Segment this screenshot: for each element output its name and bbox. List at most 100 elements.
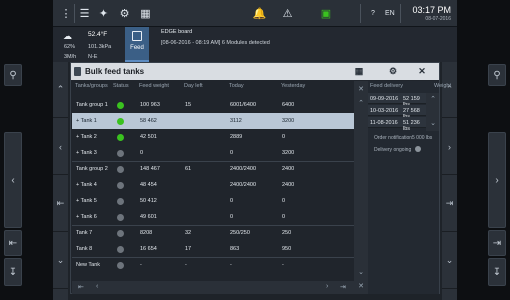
next-page-icon[interactable]: › (326, 283, 328, 290)
cell-weight: 49 601 (140, 214, 157, 220)
cell-name: Tank group 2 (76, 166, 108, 172)
cell-yesterday: 950 (282, 246, 292, 252)
outer-bottom-button-right[interactable]: ↧ (488, 258, 506, 286)
scroll-bottom-icon[interactable]: ✕ (355, 280, 367, 292)
outer-search-button-left[interactable]: ⚲ (4, 64, 22, 86)
col-header-days: Day left (184, 83, 203, 89)
temperature: 52.4°F (88, 31, 108, 38)
col-header-tanks: Tanks/groups (75, 83, 108, 89)
delivery-row[interactable]: 10-03-2016 27 568 lbs (368, 105, 426, 120)
order-notification-value: 5 000 lbs (412, 135, 433, 141)
close-icon[interactable]: ✕ (416, 66, 428, 77)
table-row[interactable]: Tank group 1 100 963 15 6001/6400 6400 (72, 97, 354, 113)
table-row[interactable]: + Tank 2 42 501 2889 0 (72, 129, 354, 145)
col-header-yesterday: Yesterday (281, 83, 306, 89)
feed-tab-button[interactable]: Feed (125, 27, 149, 62)
status-indicator-icon (117, 134, 124, 141)
language-selector[interactable]: EN (385, 10, 395, 17)
settings-icon[interactable]: ⚙ (387, 66, 399, 77)
scroll-down-icon[interactable]: ⌄ (355, 266, 367, 278)
table-row[interactable]: + Tank 3 0 0 3200 (72, 145, 354, 161)
left-nav-first-button[interactable]: ⇤ (53, 176, 68, 232)
cell-name: + Tank 3 (76, 150, 97, 156)
panel-header: Bulk feed tanks ▦ ⚙ ✕ (71, 63, 439, 80)
feed-delivery-panel: Feed delivery Weight 09-09-2016 52 159 l… (368, 81, 451, 294)
divider (360, 4, 361, 23)
right-nav-up-button[interactable]: ⌃ (442, 62, 457, 118)
first-page-icon[interactable]: ⇤ (78, 283, 84, 291)
delivery-weight: 51 236 lbs (403, 120, 420, 132)
left-nav-prev-button[interactable]: ‹ (53, 119, 68, 175)
bell-icon[interactable]: 🔔 (253, 7, 267, 20)
cell-weight: 8208 (140, 230, 153, 236)
help-button[interactable]: ? (371, 10, 375, 17)
right-nav-next-button[interactable]: › (442, 119, 457, 175)
cell-name: Tank group 1 (76, 102, 108, 108)
cell-today: 3112 (230, 118, 242, 124)
delivery-row[interactable]: 09-09-2016 52 159 lbs (368, 93, 426, 108)
table-row[interactable]: Tank 8 16 654 17 863 950 (72, 241, 354, 257)
prev-page-icon[interactable]: ‹ (96, 283, 98, 290)
cell-yesterday: - (282, 262, 284, 268)
table-row[interactable]: Tank 7 8208 32 250/250 250 (72, 225, 354, 241)
warning-icon[interactable]: ⚠ (281, 7, 294, 20)
cell-weight: 148 467 (140, 166, 160, 172)
cell-yesterday: 0 (282, 214, 286, 220)
wind-speed: 3M/h (64, 54, 77, 60)
cell-weight: 42 501 (140, 134, 157, 140)
scroll-up-icon[interactable]: ⌃ (355, 97, 367, 109)
network-icon[interactable]: ▣ (317, 7, 335, 20)
outer-next-button-right[interactable]: › (488, 132, 506, 228)
col-header-today: Today (229, 83, 244, 89)
outer-prev-button-left[interactable]: ‹ (4, 132, 22, 228)
table-row[interactable]: New Tank - - - - (72, 257, 354, 273)
humidity: 62% (64, 44, 76, 50)
bulk-feed-tanks-panel: Bulk feed tanks ▦ ⚙ ✕ Tanks/groups Statu… (70, 62, 451, 294)
top-bar: ⋮ ☰ ✦ ⚙ ▦ 🔔 ⚠ ▣ ? EN 03:17 PM 08-07-2016 (53, 0, 457, 27)
cell-yesterday: 0 (282, 198, 286, 204)
outer-first-button-left[interactable]: ⇤ (4, 230, 22, 256)
table-row[interactable]: Tank group 2 148 467 61 2400/2400 2400 (72, 161, 354, 177)
cell-days: 32 (185, 230, 192, 236)
outer-bottom-button-left[interactable]: ↧ (4, 258, 22, 286)
cell-name: + Tank 6 (76, 214, 97, 220)
cell-name: + Tank 2 (76, 134, 97, 140)
last-page-icon[interactable]: ⇥ (340, 283, 346, 291)
cell-name: Tank 8 (76, 246, 93, 252)
clock: 03:17 PM 08-07-2016 (412, 5, 451, 22)
scroll-top-icon[interactable]: ✕ (355, 83, 367, 95)
menu-icon[interactable]: ⋮ (61, 7, 72, 20)
table-scrollbar[interactable]: ✕ ⌃ ⌄ ✕ (354, 81, 368, 294)
table-row[interactable]: + Tank 4 48 454 2400/2400 2400 (72, 177, 354, 193)
settings-icon[interactable]: ⚙ (118, 7, 131, 20)
cell-days: - (185, 262, 187, 268)
delivery-scroll-down-icon[interactable]: ⌄ (427, 117, 439, 129)
table-row[interactable]: + Tank 1 58 462 3112 3200 (72, 113, 354, 129)
delivery-scrollbar[interactable]: ⌃ ⌄ (426, 93, 439, 131)
grid-icon[interactable]: ▦ (139, 7, 152, 20)
cell-days: 17 (185, 246, 192, 252)
tools-icon[interactable]: ☰ (78, 7, 91, 20)
status-indicator-icon (117, 230, 124, 237)
board-title: EDGE board (161, 29, 193, 35)
wrench-icon[interactable]: ✦ (97, 7, 110, 20)
table-row[interactable]: + Tank 5 50 412 0 0 (72, 193, 354, 209)
cell-yesterday: 3200 (282, 118, 295, 124)
table-view-icon[interactable]: ▦ (353, 66, 365, 77)
delivery-date: 11-08-2016 (370, 120, 398, 126)
clock-date: 08-07-2016 (425, 16, 451, 22)
left-nav-down-button[interactable]: ⌄ (53, 233, 68, 289)
table-row[interactable]: + Tank 6 49 601 0 0 (72, 209, 354, 225)
delivery-row[interactable]: 11-08-2016 51 236 lbs (368, 117, 426, 132)
clock-time: 03:17 PM (412, 5, 451, 15)
right-nav-last-button[interactable]: ⇥ (442, 176, 457, 232)
delivery-scroll-up-icon[interactable]: ⌃ (427, 93, 439, 105)
cell-weight: 16 654 (140, 246, 157, 252)
outer-search-button-right[interactable]: ⚲ (488, 64, 506, 86)
outer-last-button-right[interactable]: ⇥ (488, 230, 506, 256)
right-nav-down-button[interactable]: ⌄ (442, 233, 457, 289)
delivery-ongoing-toggle[interactable] (415, 146, 421, 152)
table-bottom-nav: ⇤ ‹ › ⇥ (72, 281, 354, 294)
cell-weight: 58 462 (140, 118, 157, 124)
left-nav-up-button[interactable]: ⌃ (53, 62, 68, 118)
